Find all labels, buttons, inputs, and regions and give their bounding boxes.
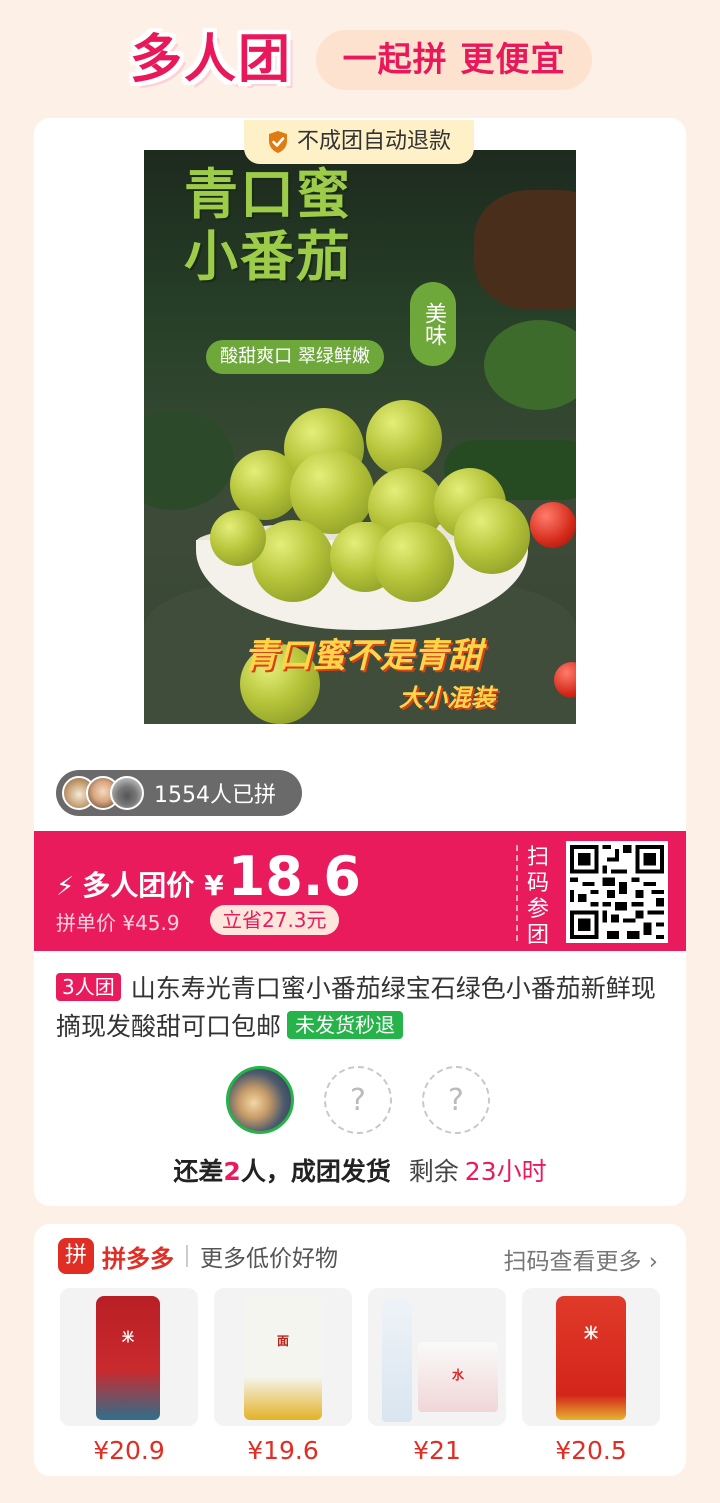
qr-code-icon[interactable] [566, 841, 668, 943]
product-thumbnail: 米 [60, 1288, 198, 1426]
image-tag-vertical: 美味 [410, 282, 456, 366]
empty-slot[interactable]: ? [422, 1066, 490, 1134]
image-bottom-sub: 大小混装 [399, 684, 495, 712]
recommendation-price: ¥20.5 [555, 1436, 627, 1465]
single-buy-price: 拼单价 ¥45.9 [56, 911, 180, 935]
recommendation-item[interactable]: 米 ¥20.9 [60, 1288, 198, 1465]
recommendation-price: ¥21 [413, 1436, 461, 1465]
image-title: 青口蜜 小番茄 [184, 163, 352, 288]
divider [186, 1245, 188, 1267]
slogan-pill: 一起拼 更便宜 [316, 30, 592, 90]
product-image[interactable]: 青口蜜 小番茄 美味 酸甜爽口 翠绿鲜嫩 青口蜜不是青甜 大小混装 [144, 150, 576, 724]
recommendation-price: ¥20.9 [93, 1436, 165, 1465]
product-thumbnail: 米 [522, 1288, 660, 1426]
group-size-tag: 3人团 [56, 973, 121, 1001]
group-price: ⚡ 多人团价 ¥ 18.6 [56, 845, 361, 908]
status-prefix: 还差 [173, 1157, 224, 1186]
lightning-icon: ⚡ [56, 872, 75, 902]
price-banner: ⚡ 多人团价 ¥ 18.6 拼单价 ¥45.9 立省27.3元 扫码参团 [34, 831, 686, 951]
member-avatar [226, 1066, 294, 1134]
recommendation-list: 米 ¥20.9 面 ¥19.6 水 ¥21 米 ¥20.5 [60, 1288, 660, 1465]
refund-guarantee-badge: 不成团自动退款 [244, 120, 474, 164]
status-suffix: 人，成团发货 [240, 1157, 391, 1186]
currency-symbol: ¥ [204, 869, 224, 902]
recommendation-card: 拼 拼多多 更多低价好物 扫码查看更多 › 米 ¥20.9 面 ¥19.6 水 … [34, 1224, 686, 1476]
group-member-slots: ? ? [226, 1066, 498, 1136]
remain-time: 23小时 [464, 1157, 547, 1186]
image-tagline: 酸甜爽口 翠绿鲜嫩 [206, 340, 384, 374]
joined-count-pill: 1554人已拼 [56, 770, 302, 816]
recommendation-price: ¥19.6 [247, 1436, 319, 1465]
recommendation-subtitle: 更多低价好物 [200, 1246, 338, 1272]
question-mark-icon: ? [448, 1082, 464, 1118]
joined-count-text: 1554人已拼 [154, 783, 276, 808]
product-thumbnail: 水 [368, 1288, 506, 1426]
refund-guarantee-text: 不成团自动退款 [296, 129, 451, 154]
chevron-right-icon: › [641, 1249, 658, 1275]
pinduoduo-logo-icon: 拼 [58, 1238, 94, 1274]
product-thumbnail: 面 [214, 1288, 352, 1426]
recommendation-item[interactable]: 水 ¥21 [368, 1288, 506, 1465]
product-title-row[interactable]: 3人团 山东寿光青口蜜小番茄绿宝石绿色小番茄新鲜现摘现发酸甜可口包邮 未发货秒退 [56, 970, 666, 1046]
group-buy-card: 不成团自动退款 青口蜜 小番茄 美味 酸甜爽口 翠绿鲜嫩 青口蜜不是青甜 大小混… [34, 118, 686, 1206]
status-count: 2 [223, 1157, 241, 1186]
shield-check-icon [268, 131, 287, 153]
scan-to-join-label: 扫码参团 [516, 845, 558, 948]
page-header: 多人团 一起拼 更便宜 [0, 0, 720, 120]
group-price-value: 18.6 [227, 845, 361, 908]
avatar [110, 776, 144, 810]
scan-more-link[interactable]: 扫码查看更多 › [503, 1242, 658, 1276]
image-bottom-slogan: 青口蜜不是青甜 [244, 636, 482, 676]
savings-badge: 立省27.3元 [210, 905, 339, 935]
group-price-label: 多人团价 [82, 869, 195, 902]
recommendation-item[interactable]: 面 ¥19.6 [214, 1288, 352, 1465]
pinduoduo-brand: 拼多多 [102, 1244, 174, 1273]
empty-slot[interactable]: ? [324, 1066, 392, 1134]
recommendation-item[interactable]: 米 ¥20.5 [522, 1288, 660, 1465]
brand-title: 多人团 [130, 30, 293, 90]
remain-label: 剩余 [408, 1157, 459, 1186]
group-status: 还差2人，成团发货 剩余 23小时 [34, 1152, 686, 1188]
recommendation-header: 拼 拼多多 更多低价好物 [58, 1238, 338, 1274]
refund-tag: 未发货秒退 [287, 1011, 404, 1039]
question-mark-icon: ? [350, 1082, 366, 1118]
